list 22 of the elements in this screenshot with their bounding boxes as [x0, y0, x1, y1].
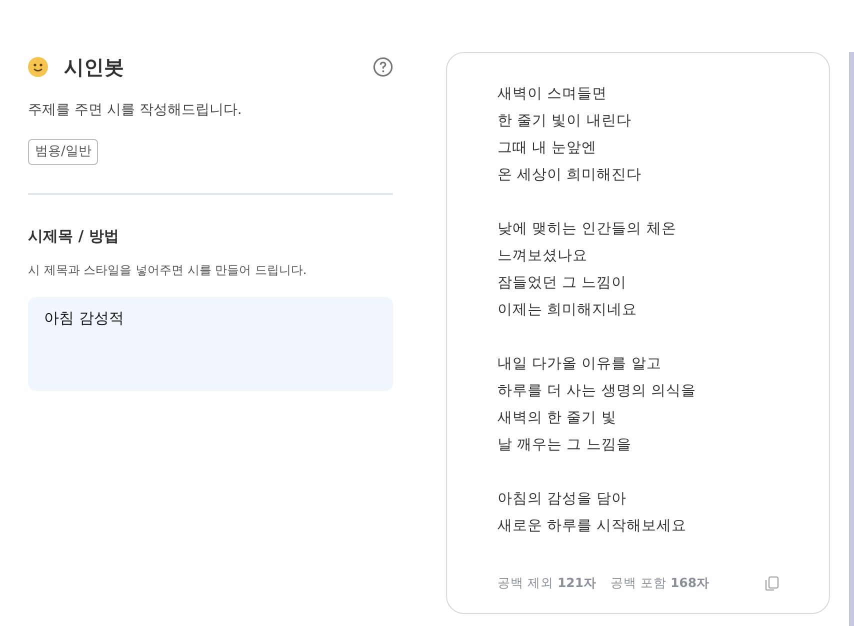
app-description: 주제를 주면 시를 작성해드립니다.	[28, 101, 243, 120]
poem-line: 잠들었던 그 느낌이	[497, 274, 628, 293]
poem-line: 새로운 하루를 시작해보세요	[497, 517, 688, 536]
poem-line: 아침의 감성을 담아	[497, 490, 628, 509]
poem-line: 낮에 맺히는 인간들의 체온	[497, 220, 678, 239]
section-title: 시제목 / 방법	[28, 226, 120, 246]
character-count: 공백 제외 121자	[497, 574, 597, 592]
poem-line: 하루를 더 사는 생명의 의식을	[497, 382, 697, 401]
poem-line: 내일 다가올 이유를 알고	[497, 355, 662, 374]
poem-line: 새벽이 스며들면	[497, 85, 608, 104]
input-field[interactable]: 아침 감성적	[28, 297, 394, 391]
character-count: 공백 포함 168자	[610, 574, 710, 592]
poem-line: 온 세상이 희미해진다	[497, 166, 643, 185]
poem-line: 새벽의 한 줄기 빛	[497, 409, 618, 428]
section-hint: 시 제목과 스타일을 넣어주면 시를 만들어 드립니다.	[28, 262, 308, 279]
poem-line: 그때 내 눈앞엔	[497, 139, 598, 158]
poem-line: 이제는 희미해지네요	[497, 301, 638, 320]
poem-line: 느껴보셨나요	[497, 247, 588, 266]
poem-line: 날 깨우는 그 느낌을	[497, 436, 632, 455]
poem-line: 한 줄기 빛이 내린다	[497, 112, 632, 131]
category-tag: 범용/일반	[28, 139, 98, 164]
app-title: 시인봇	[64, 54, 124, 81]
